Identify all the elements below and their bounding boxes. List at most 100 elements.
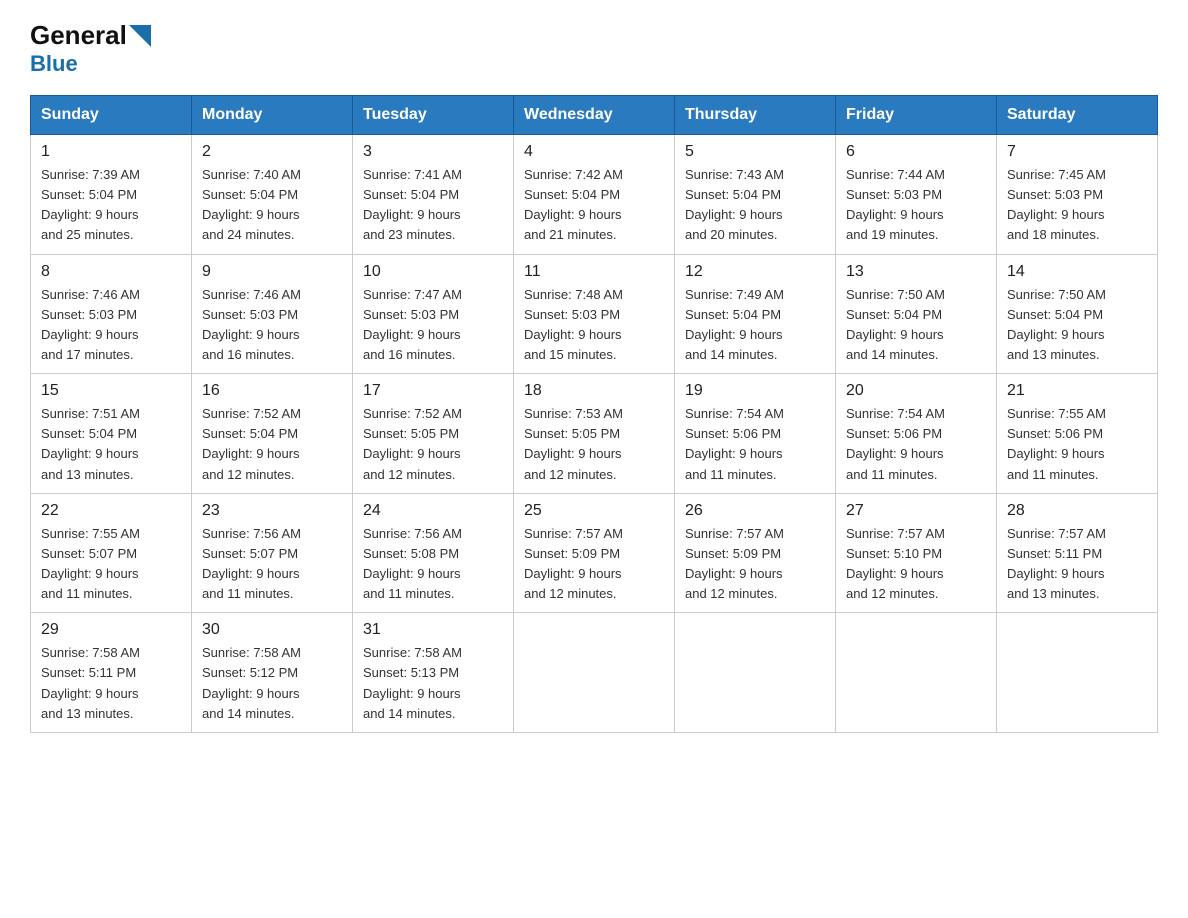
day-number: 25 [524, 502, 664, 520]
calendar-week-row: 29Sunrise: 7:58 AMSunset: 5:11 PMDayligh… [31, 613, 1158, 733]
day-info: Sunrise: 7:58 AMSunset: 5:11 PMDaylight:… [41, 643, 181, 724]
day-info: Sunrise: 7:56 AMSunset: 5:07 PMDaylight:… [202, 524, 342, 605]
header-monday: Monday [192, 96, 353, 135]
day-number: 10 [363, 263, 503, 281]
calendar-cell: 20 Sunrise: 7:54 AMSunset: 5:06 PMDayligh… [836, 374, 997, 494]
day-number: 16 [202, 382, 342, 400]
day-info: Sunrise: 7:51 AMSunset: 5:04 PMDaylight:… [41, 404, 181, 485]
calendar-cell: 31 Sunrise: 7:58 AMSunset: 5:13 PMDayligh… [353, 613, 514, 733]
day-number: 9 [202, 263, 342, 281]
day-info: Sunrise: 7:53 AMSunset: 5:05 PMDaylight:… [524, 404, 664, 485]
calendar-cell: 14 Sunrise: 7:50 AMSunset: 5:04 PMDayligh… [997, 254, 1158, 374]
day-number: 18 [524, 382, 664, 400]
day-number: 6 [846, 143, 986, 161]
day-number: 22 [41, 502, 181, 520]
day-number: 5 [685, 143, 825, 161]
header-tuesday: Tuesday [353, 96, 514, 135]
calendar-cell: 8 Sunrise: 7:46 AMSunset: 5:03 PMDaylight… [31, 254, 192, 374]
calendar-cell: 29Sunrise: 7:58 AMSunset: 5:11 PMDayligh… [31, 613, 192, 733]
day-number: 19 [685, 382, 825, 400]
day-info: Sunrise: 7:50 AMSunset: 5:04 PMDaylight:… [1007, 285, 1147, 366]
calendar-cell: 9 Sunrise: 7:46 AMSunset: 5:03 PMDaylight… [192, 254, 353, 374]
day-number: 28 [1007, 502, 1147, 520]
day-info: Sunrise: 7:45 AMSunset: 5:03 PMDaylight:… [1007, 165, 1147, 246]
day-info: Sunrise: 7:52 AMSunset: 5:05 PMDaylight:… [363, 404, 503, 485]
calendar-cell: 7 Sunrise: 7:45 AMSunset: 5:03 PMDaylight… [997, 135, 1158, 255]
day-info: Sunrise: 7:43 AMSunset: 5:04 PMDaylight:… [685, 165, 825, 246]
header-wednesday: Wednesday [514, 96, 675, 135]
calendar-cell: 12 Sunrise: 7:49 AMSunset: 5:04 PMDayligh… [675, 254, 836, 374]
day-info: Sunrise: 7:39 AMSunset: 5:04 PMDaylight:… [41, 165, 181, 246]
day-info: Sunrise: 7:42 AMSunset: 5:04 PMDaylight:… [524, 165, 664, 246]
calendar-cell: 25 Sunrise: 7:57 AMSunset: 5:09 PMDayligh… [514, 493, 675, 613]
calendar-cell: 6 Sunrise: 7:44 AMSunset: 5:03 PMDaylight… [836, 135, 997, 255]
day-number: 30 [202, 621, 342, 639]
day-number: 14 [1007, 263, 1147, 281]
day-info: Sunrise: 7:41 AMSunset: 5:04 PMDaylight:… [363, 165, 503, 246]
calendar-cell: 1 Sunrise: 7:39 AMSunset: 5:04 PMDaylight… [31, 135, 192, 255]
day-info: Sunrise: 7:57 AMSunset: 5:09 PMDaylight:… [524, 524, 664, 605]
calendar-cell: 19 Sunrise: 7:54 AMSunset: 5:06 PMDayligh… [675, 374, 836, 494]
calendar-table: SundayMondayTuesdayWednesdayThursdayFrid… [30, 95, 1158, 733]
calendar-cell [675, 613, 836, 733]
day-info: Sunrise: 7:58 AMSunset: 5:13 PMDaylight:… [363, 643, 503, 724]
calendar-cell: 26 Sunrise: 7:57 AMSunset: 5:09 PMDayligh… [675, 493, 836, 613]
calendar-cell: 23 Sunrise: 7:56 AMSunset: 5:07 PMDayligh… [192, 493, 353, 613]
day-info: Sunrise: 7:56 AMSunset: 5:08 PMDaylight:… [363, 524, 503, 605]
day-info: Sunrise: 7:40 AMSunset: 5:04 PMDaylight:… [202, 165, 342, 246]
calendar-header-row: SundayMondayTuesdayWednesdayThursdayFrid… [31, 96, 1158, 135]
day-number: 15 [41, 382, 181, 400]
day-info: Sunrise: 7:50 AMSunset: 5:04 PMDaylight:… [846, 285, 986, 366]
header-thursday: Thursday [675, 96, 836, 135]
day-info: Sunrise: 7:55 AMSunset: 5:07 PMDaylight:… [41, 524, 181, 605]
header-sunday: Sunday [31, 96, 192, 135]
day-info: Sunrise: 7:44 AMSunset: 5:03 PMDaylight:… [846, 165, 986, 246]
day-number: 1 [41, 143, 181, 161]
calendar-cell: 30 Sunrise: 7:58 AMSunset: 5:12 PMDayligh… [192, 613, 353, 733]
calendar-week-row: 8 Sunrise: 7:46 AMSunset: 5:03 PMDaylight… [31, 254, 1158, 374]
day-info: Sunrise: 7:54 AMSunset: 5:06 PMDaylight:… [846, 404, 986, 485]
day-number: 26 [685, 502, 825, 520]
day-info: Sunrise: 7:57 AMSunset: 5:09 PMDaylight:… [685, 524, 825, 605]
calendar-week-row: 22 Sunrise: 7:55 AMSunset: 5:07 PMDayligh… [31, 493, 1158, 613]
day-info: Sunrise: 7:52 AMSunset: 5:04 PMDaylight:… [202, 404, 342, 485]
day-number: 3 [363, 143, 503, 161]
calendar-cell: 11 Sunrise: 7:48 AMSunset: 5:03 PMDayligh… [514, 254, 675, 374]
calendar-cell [514, 613, 675, 733]
calendar-cell: 2 Sunrise: 7:40 AMSunset: 5:04 PMDaylight… [192, 135, 353, 255]
calendar-cell: 4 Sunrise: 7:42 AMSunset: 5:04 PMDaylight… [514, 135, 675, 255]
page-header: General Blue [30, 20, 1158, 77]
day-info: Sunrise: 7:58 AMSunset: 5:12 PMDaylight:… [202, 643, 342, 724]
day-info: Sunrise: 7:57 AMSunset: 5:11 PMDaylight:… [1007, 524, 1147, 605]
day-info: Sunrise: 7:49 AMSunset: 5:04 PMDaylight:… [685, 285, 825, 366]
day-number: 31 [363, 621, 503, 639]
day-number: 4 [524, 143, 664, 161]
day-info: Sunrise: 7:47 AMSunset: 5:03 PMDaylight:… [363, 285, 503, 366]
calendar-cell: 18 Sunrise: 7:53 AMSunset: 5:05 PMDayligh… [514, 374, 675, 494]
day-number: 13 [846, 263, 986, 281]
day-info: Sunrise: 7:48 AMSunset: 5:03 PMDaylight:… [524, 285, 664, 366]
calendar-cell: 22 Sunrise: 7:55 AMSunset: 5:07 PMDayligh… [31, 493, 192, 613]
calendar-cell: 28 Sunrise: 7:57 AMSunset: 5:11 PMDayligh… [997, 493, 1158, 613]
day-info: Sunrise: 7:46 AMSunset: 5:03 PMDaylight:… [202, 285, 342, 366]
logo: General Blue [30, 20, 151, 77]
day-number: 11 [524, 263, 664, 281]
logo-blue-text: Blue [30, 51, 78, 77]
day-info: Sunrise: 7:46 AMSunset: 5:03 PMDaylight:… [41, 285, 181, 366]
calendar-cell: 17 Sunrise: 7:52 AMSunset: 5:05 PMDayligh… [353, 374, 514, 494]
day-number: 2 [202, 143, 342, 161]
day-number: 8 [41, 263, 181, 281]
calendar-week-row: 15 Sunrise: 7:51 AMSunset: 5:04 PMDayligh… [31, 374, 1158, 494]
logo-arrow-icon [129, 25, 151, 47]
calendar-week-row: 1 Sunrise: 7:39 AMSunset: 5:04 PMDaylight… [31, 135, 1158, 255]
day-number: 12 [685, 263, 825, 281]
day-number: 20 [846, 382, 986, 400]
calendar-cell [997, 613, 1158, 733]
day-number: 23 [202, 502, 342, 520]
day-number: 21 [1007, 382, 1147, 400]
day-number: 7 [1007, 143, 1147, 161]
day-info: Sunrise: 7:54 AMSunset: 5:06 PMDaylight:… [685, 404, 825, 485]
calendar-cell: 13 Sunrise: 7:50 AMSunset: 5:04 PMDayligh… [836, 254, 997, 374]
day-number: 17 [363, 382, 503, 400]
day-info: Sunrise: 7:55 AMSunset: 5:06 PMDaylight:… [1007, 404, 1147, 485]
